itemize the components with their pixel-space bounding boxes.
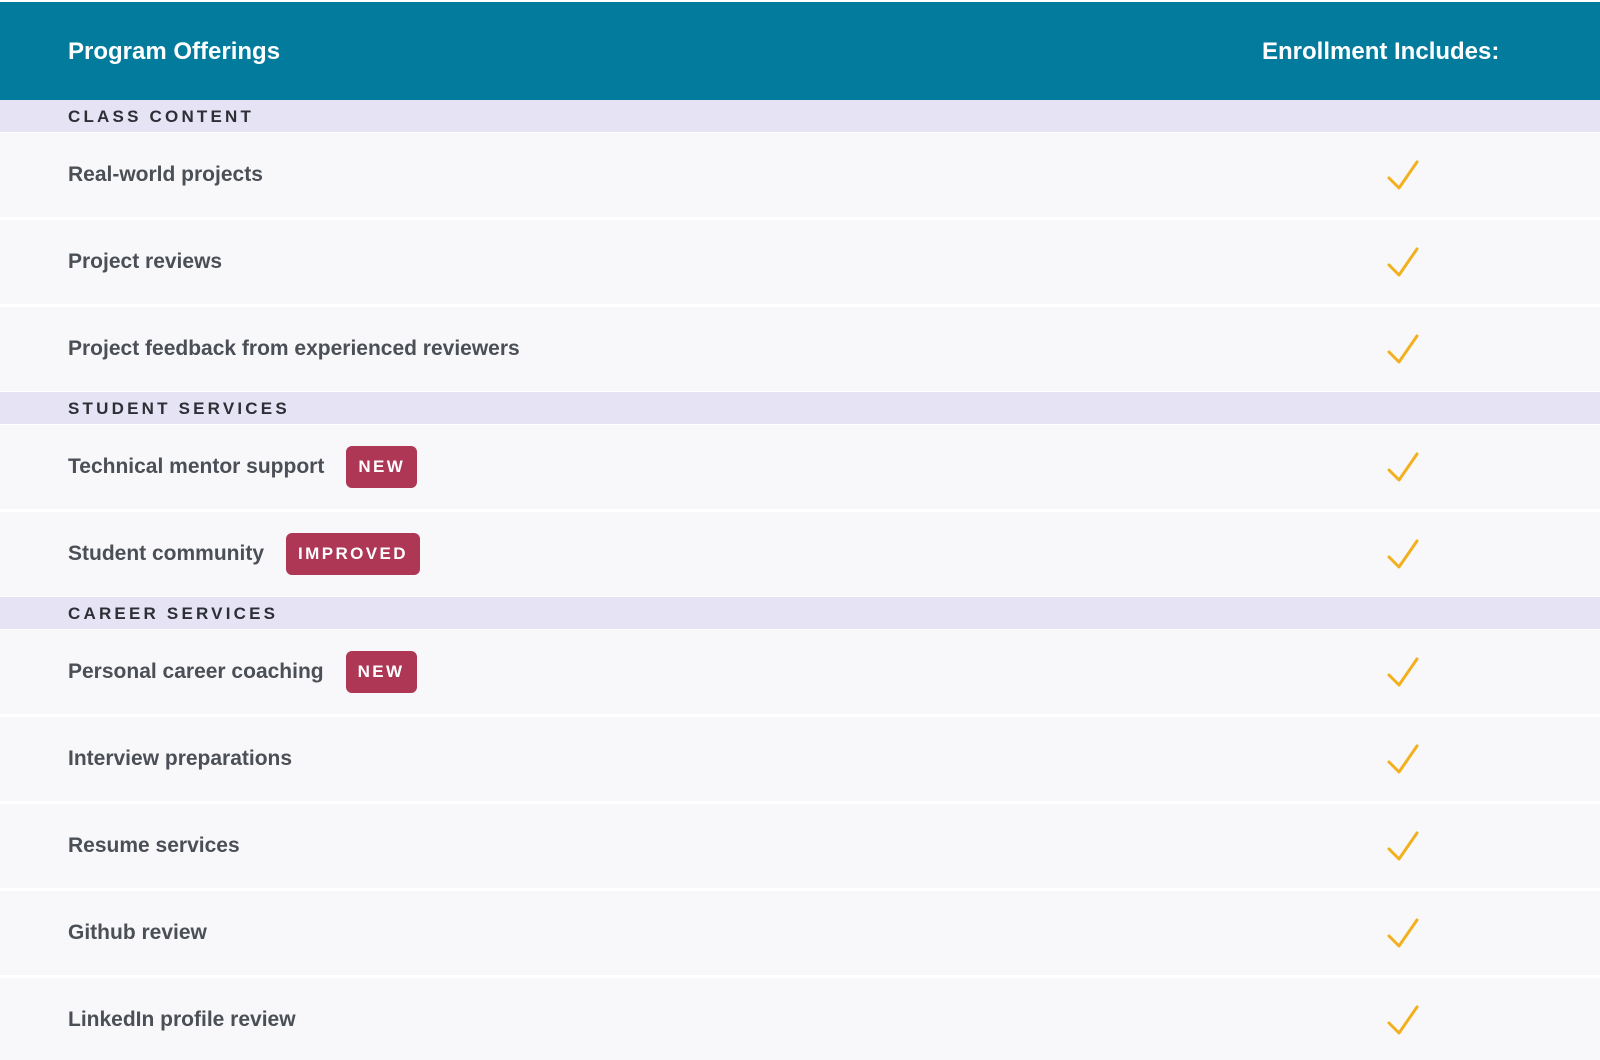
section-title: CAREER SERVICES: [68, 604, 279, 623]
checkmark-icon: [1387, 831, 1419, 861]
row-label-text: Real-world projects: [68, 163, 263, 186]
table-row: Github review: [0, 891, 1600, 975]
table-row: Project reviews: [0, 220, 1600, 304]
table-row: LinkedIn profile review: [0, 978, 1600, 1060]
checkmark-icon: [1387, 334, 1419, 364]
row-label: Resume services: [68, 804, 240, 888]
row-label-text: Project feedback from experienced review…: [68, 337, 520, 360]
row-label: Student community IMPROVED: [68, 512, 420, 596]
row-label: Project feedback from experienced review…: [68, 307, 520, 391]
row-label: Github review: [68, 891, 207, 975]
checkmark-icon: [1387, 160, 1419, 190]
table-row: Technical mentor support NEW: [0, 425, 1600, 509]
table-row: Interview preparations: [0, 717, 1600, 801]
row-label-text: Personal career coaching: [68, 660, 324, 683]
checkmark-icon: [1387, 918, 1419, 948]
row-label: Personal career coaching NEW: [68, 630, 417, 714]
enrollment-includes-heading: Enrollment Includes:: [1262, 38, 1500, 65]
section-header-student-services: STUDENT SERVICES: [0, 392, 1600, 424]
table-row: Personal career coaching NEW: [0, 630, 1600, 714]
row-label-text: LinkedIn profile review: [68, 1008, 296, 1031]
table-row: Resume services: [0, 804, 1600, 888]
row-label-text: Project reviews: [68, 250, 223, 273]
table-row: Project feedback from experienced review…: [0, 307, 1600, 391]
section-header-class-content: CLASS CONTENT: [0, 100, 1600, 132]
checkmark-icon: [1387, 1005, 1419, 1035]
section-title: CLASS CONTENT: [68, 107, 255, 126]
new-badge: NEW: [345, 651, 417, 693]
row-label-text: Technical mentor support: [68, 455, 325, 478]
section-header-career-services: CAREER SERVICES: [0, 597, 1600, 629]
checkmark-icon: [1387, 539, 1419, 569]
checkmark-icon: [1387, 452, 1419, 482]
new-badge: NEW: [346, 446, 418, 488]
row-label-text: Student community: [68, 542, 265, 565]
checkmark-icon: [1387, 247, 1419, 277]
row-label-text: Interview preparations: [68, 747, 293, 770]
checkmark-icon: [1387, 744, 1419, 774]
row-label: Technical mentor support NEW: [68, 425, 418, 509]
row-label: Real-world projects: [68, 133, 263, 217]
section-title: STUDENT SERVICES: [68, 399, 290, 418]
row-label: Interview preparations: [68, 717, 292, 801]
improved-badge: IMPROVED: [286, 533, 420, 575]
row-label-text: Resume services: [68, 834, 240, 857]
program-offerings-heading: Program Offerings: [68, 38, 281, 65]
table-row: Real-world projects: [0, 133, 1600, 217]
offerings-table: Program Offerings Enrollment Includes: C…: [0, 0, 1600, 1060]
checkmark-icon: [1387, 657, 1419, 687]
table-row: Student community IMPROVED: [0, 512, 1600, 596]
table-header: Program Offerings Enrollment Includes:: [0, 2, 1600, 100]
row-label: LinkedIn profile review: [68, 978, 296, 1060]
row-label: Project reviews: [68, 220, 222, 304]
row-label-text: Github review: [68, 921, 207, 944]
